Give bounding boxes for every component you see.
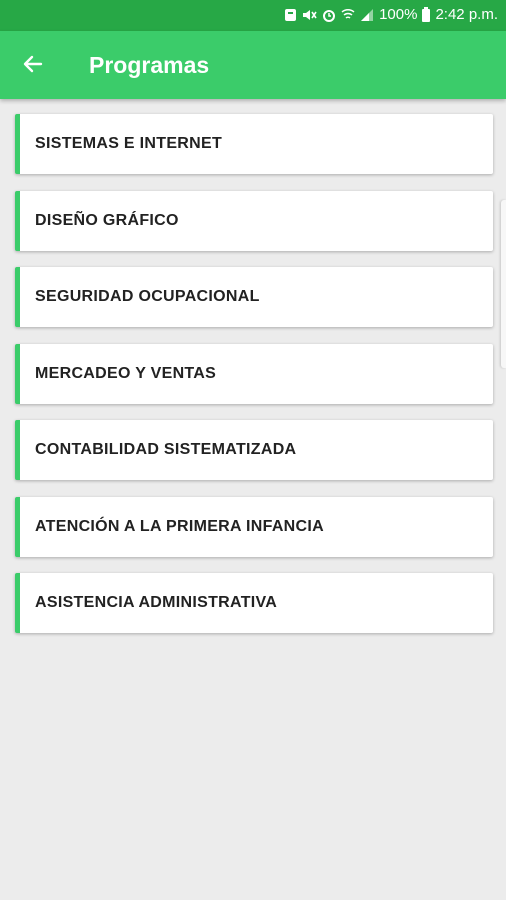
status-icons: 100% 2:42 p.m. [284,6,498,23]
program-item-mercadeo[interactable]: MERCADEO Y VENTAS [15,343,493,404]
program-item-diseno[interactable]: DISEÑO GRÁFICO [15,190,493,251]
program-label: ASISTENCIA ADMINISTRATIVA [35,594,278,611]
program-item-contabilidad[interactable]: CONTABILIDAD SISTEMATIZADA [15,420,493,480]
program-item-asistencia[interactable]: ASISTENCIA ADMINISTRATIVA [15,573,493,633]
battery-text: 100% [379,6,418,23]
notification-icon [284,8,297,22]
arrow-back-icon [21,52,45,81]
side-drawer-handle[interactable] [501,200,506,368]
program-label: ATENCIÓN A LA PRIMERA INFANCIA [35,517,324,535]
battery-icon [422,7,431,22]
clock-text: 2:42 p.m. [435,6,498,23]
alarm-icon [322,8,336,22]
mute-icon [302,8,317,22]
program-label: MERCADEO Y VENTAS [35,364,217,382]
page-title: Programas [89,52,210,78]
signal-icon [360,8,374,22]
status-bar: 100% 2:42 p.m. [0,0,506,31]
program-item-sistemas[interactable]: SISTEMAS E INTERNET [15,114,493,174]
program-item-atencion[interactable]: ATENCIÓN A LA PRIMERA INFANCIA [15,496,493,557]
app-bar: Programas [0,31,506,99]
program-label: CONTABILIDAD SISTEMATIZADA [35,441,297,458]
program-label: SISTEMAS E INTERNET [35,135,223,152]
wifi-icon [341,8,355,22]
back-button[interactable] [18,51,48,81]
program-label: DISEÑO GRÁFICO [35,211,179,229]
program-label: SEGURIDAD OCUPACIONAL [35,288,260,305]
programs-list: SISTEMAS E INTERNET DISEÑO GRÁFICO SEGUR… [15,114,493,650]
program-item-seguridad[interactable]: SEGURIDAD OCUPACIONAL [15,267,493,327]
